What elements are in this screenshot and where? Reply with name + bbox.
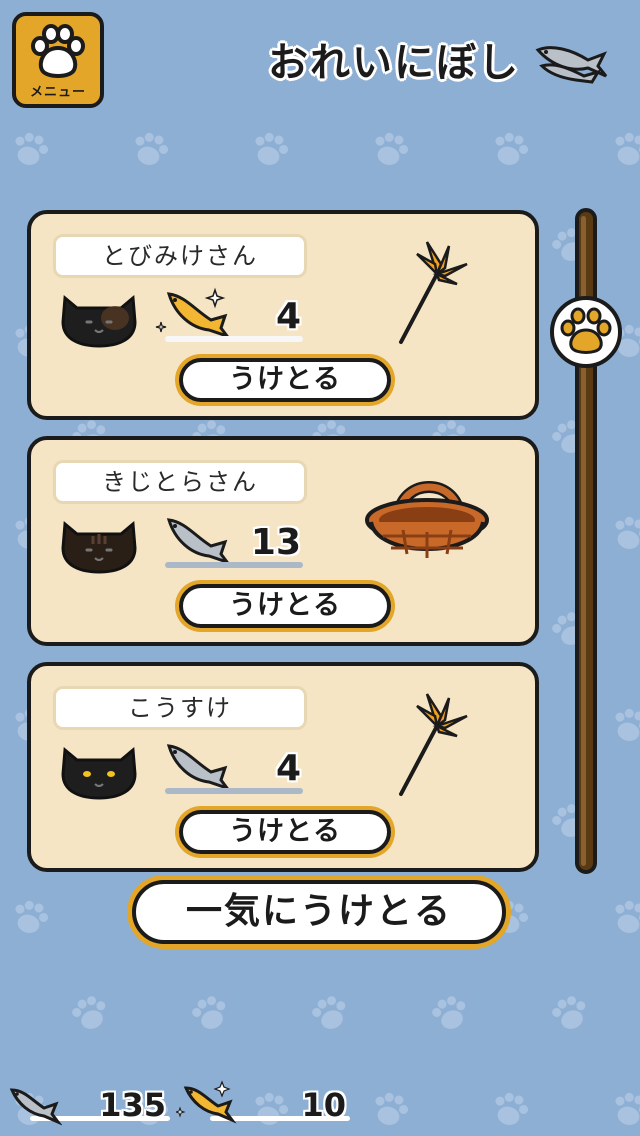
silver-fish-currency-icon: [9, 1088, 62, 1126]
paw-icon: [31, 24, 85, 78]
fish-count: 4: [275, 296, 301, 337]
receive-button[interactable]: うけとる: [179, 358, 391, 402]
paw-pattern-icon: [490, 1089, 532, 1130]
menu-label: メニュー: [29, 85, 86, 100]
black-cat-yellow-eyes-icon: [61, 747, 137, 800]
cat-teaser-wand-icon: [399, 241, 468, 344]
menu-button[interactable]: メニュー: [12, 12, 104, 108]
black-cat-icon: [61, 295, 137, 348]
gold-fish-total: 10: [301, 1086, 346, 1124]
fish-count: 4: [275, 748, 301, 789]
silver-fish-total: 135: [99, 1086, 166, 1124]
dried-fish-title-icon: [535, 46, 608, 84]
paw-scroll-thumb-icon[interactable]: [548, 294, 624, 370]
paw-pattern-icon: [610, 705, 640, 746]
paw-pattern-icon: [370, 129, 412, 170]
receive-button[interactable]: うけとる: [179, 810, 391, 854]
paw-pattern-icon: [130, 129, 172, 170]
paw-pattern-icon: [490, 129, 532, 170]
wicker-basket-icon: [365, 481, 489, 558]
fish-count: 13: [250, 522, 301, 563]
cat-name: とびみけさん: [53, 234, 307, 278]
receive-all-button[interactable]: 一気にうけとる: [132, 880, 506, 944]
paw-pattern-icon: [610, 1089, 640, 1130]
paw-pattern-icon: [428, 992, 472, 1034]
receive-button[interactable]: うけとる: [179, 584, 391, 628]
cat-name: こうすけ: [53, 686, 307, 730]
paw-pattern-icon: [10, 897, 52, 938]
paw-pattern-icon: [610, 129, 640, 170]
paw-pattern-icon: [308, 992, 352, 1034]
dark-tabby-cat-icon: [61, 521, 137, 574]
paw-pattern-icon: [250, 129, 292, 170]
paw-pattern-icon: [548, 992, 592, 1034]
paw-pattern-icon: [370, 1089, 412, 1130]
gold-fish-currency-icon: [176, 1080, 237, 1124]
paw-pattern-icon: [10, 129, 52, 170]
gift-card: こうすけ 4 うけとる: [27, 662, 539, 872]
cat-name: きじとらさん: [53, 460, 307, 504]
cat-teaser-wand-icon: [399, 693, 468, 796]
paw-pattern-icon: [68, 992, 112, 1034]
paw-pattern-icon: [610, 897, 640, 938]
paw-pattern-icon: [188, 992, 232, 1034]
gift-card: きじとらさん 13 うけとる: [27, 436, 539, 646]
gift-card: とびみけさん 4 うけとる: [27, 210, 539, 420]
paw-pattern-icon: [610, 513, 640, 554]
page-title: おれいにぼし: [268, 40, 520, 86]
